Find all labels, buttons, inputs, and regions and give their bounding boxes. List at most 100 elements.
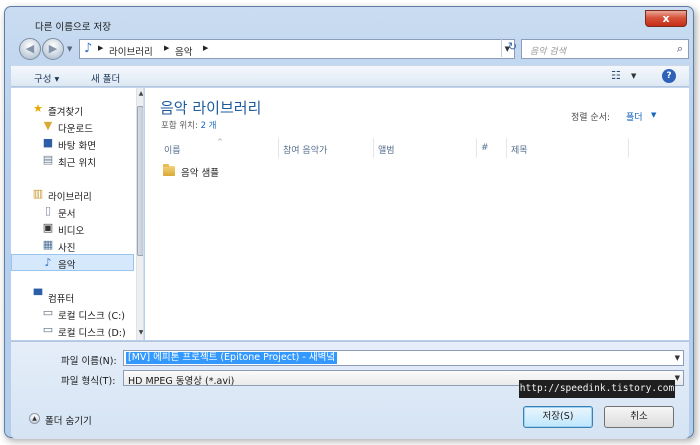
recent-places-icon: ▤ bbox=[42, 153, 54, 166]
scroll-thumb[interactable] bbox=[137, 106, 143, 256]
column-header-label: 이름 bbox=[164, 146, 181, 156]
nav-item-libraries[interactable]: ▥ 라이브러리 bbox=[11, 186, 134, 203]
close-button[interactable]: x bbox=[645, 10, 687, 27]
nav-item-documents[interactable]: ▯ 문서 bbox=[11, 203, 134, 220]
forward-button[interactable]: ▶ bbox=[42, 38, 64, 60]
scroll-up-arrow-icon[interactable]: ▲ bbox=[137, 90, 143, 97]
nav-item-label: 사진 bbox=[58, 243, 76, 254]
computer-icon: ▀ bbox=[33, 289, 43, 302]
save-options-panel: 파일 이름(N): [MV] 에피톤 프로젝트 (Epitone Project… bbox=[11, 341, 689, 439]
sort-dropdown-icon[interactable]: ▼ bbox=[651, 111, 656, 119]
search-placeholder: 음악 검색 bbox=[530, 47, 566, 57]
navigation-bar: ◀ ▶ ▼ ♪ ▶ 라이브러리 ▶ 음악 ▶ ▼ ↻ 음악 검색 ⌕ bbox=[17, 37, 689, 61]
nav-item-downloads[interactable]: ▼ 다운로드 bbox=[11, 118, 134, 135]
breadcrumb-libraries[interactable]: 라이브러리 bbox=[109, 44, 153, 58]
drive-icon: ▭ bbox=[42, 323, 54, 336]
back-arrow-icon: ◀ bbox=[25, 42, 35, 55]
folder-icon bbox=[163, 164, 175, 176]
view-options-icon[interactable]: ☷ bbox=[611, 69, 621, 82]
desktop-icon: ■ bbox=[42, 136, 54, 149]
windows-drive-icon: ▭ bbox=[42, 306, 54, 319]
nav-item-label: 컴퓨터 bbox=[48, 294, 75, 305]
nav-item-label: 문서 bbox=[58, 209, 76, 220]
column-header-artist[interactable]: 참여 음악가 bbox=[279, 138, 374, 158]
nav-item-label: 로컬 디스크 (D:) bbox=[58, 328, 126, 339]
save-button[interactable]: 저장(S) bbox=[523, 406, 593, 428]
filetype-label: 파일 형식(T): bbox=[61, 376, 116, 387]
forward-arrow-icon: ▶ bbox=[48, 42, 58, 55]
nav-pane-scrollbar[interactable]: ▲ ▼ bbox=[136, 88, 143, 340]
filename-label: 파일 이름(N): bbox=[61, 356, 117, 367]
window-title: 다른 이름으로 저장 bbox=[35, 22, 111, 33]
nav-item-favorites[interactable]: ★ 즐겨찾기 bbox=[11, 101, 134, 118]
navigation-pane: ★ 즐겨찾기 ▼ 다운로드 ■ 바탕 화면 ▤ 최근 위치 ▥ 라이브러리 ▯ … bbox=[11, 88, 144, 340]
scroll-down-arrow-icon[interactable]: ▼ bbox=[137, 329, 143, 336]
library-includes: 포함 위치: 2 개 bbox=[161, 119, 217, 131]
breadcrumb-arrow[interactable]: ▶ bbox=[203, 44, 208, 52]
list-item-label: 음악 샘플 bbox=[181, 168, 219, 179]
refresh-icon: ↻ bbox=[507, 40, 518, 53]
column-header-album[interactable]: 앨범 bbox=[374, 138, 477, 158]
nav-item-music[interactable]: ♪ 음악 bbox=[11, 254, 134, 271]
search-input[interactable]: 음악 검색 ⌕ bbox=[521, 39, 689, 59]
filename-dropdown-icon[interactable]: ▼ bbox=[675, 354, 680, 362]
nav-item-computer[interactable]: ▀ 컴퓨터 bbox=[11, 288, 134, 305]
nav-item-recent[interactable]: ▤ 최근 위치 bbox=[11, 152, 134, 169]
music-library-icon: ♪ bbox=[84, 41, 93, 56]
help-button[interactable]: ? bbox=[662, 69, 676, 83]
libraries-icon: ▥ bbox=[32, 187, 44, 200]
downloads-folder-icon: ▼ bbox=[43, 119, 53, 132]
music-icon: ♪ bbox=[44, 256, 52, 269]
column-header-track[interactable]: # bbox=[477, 138, 507, 158]
includes-label: 포함 위치: bbox=[161, 121, 198, 131]
column-header-name[interactable]: 이름 bbox=[160, 138, 279, 158]
nav-item-label: 최근 위치 bbox=[58, 158, 96, 169]
filename-value[interactable]: [MV] 에피톤 프로젝트 (Epitone Project) - 새벽녘 bbox=[126, 352, 338, 364]
file-list-pane: 음악 라이브러리 포함 위치: 2 개 정렬 순서: 폴더 ▼ ^ 이름 참여 … bbox=[145, 88, 689, 340]
library-title: 음악 라이브러리 bbox=[160, 99, 262, 117]
nav-item-label: 라이브러리 bbox=[48, 192, 92, 203]
organize-menu[interactable]: 구성 ▾ bbox=[34, 71, 59, 85]
nav-item-drive-d[interactable]: ▭ 로컬 디스크 (D:) bbox=[11, 322, 134, 339]
nav-item-label: 음악 bbox=[58, 260, 76, 271]
nav-item-label: 바탕 화면 bbox=[58, 141, 96, 152]
nav-item-desktop[interactable]: ■ 바탕 화면 bbox=[11, 135, 134, 152]
star-icon: ★ bbox=[33, 102, 43, 115]
hide-folders-label: 폴더 숨기기 bbox=[45, 416, 92, 427]
nav-item-pictures[interactable]: ▦ 사진 bbox=[11, 237, 134, 254]
column-header-title[interactable]: 제목 bbox=[507, 138, 629, 158]
nav-item-videos[interactable]: ▣ 비디오 bbox=[11, 220, 134, 237]
address-bar[interactable]: ♪ ▶ 라이브러리 ▶ 음악 ▶ ▼ bbox=[79, 39, 515, 59]
nav-item-label: 즐겨찾기 bbox=[48, 107, 83, 118]
column-header-label: 제목 bbox=[511, 146, 528, 156]
breadcrumb-music[interactable]: 음악 bbox=[175, 44, 192, 58]
search-icon[interactable]: ⌕ bbox=[677, 42, 683, 56]
recent-pages-dropdown[interactable]: ▼ bbox=[67, 45, 72, 53]
documents-icon: ▯ bbox=[44, 204, 52, 217]
view-dropdown-icon[interactable]: ▼ bbox=[631, 72, 636, 80]
cancel-button[interactable]: 취소 bbox=[604, 406, 674, 428]
pictures-icon: ▦ bbox=[42, 238, 54, 251]
chevron-up-icon: ▲ bbox=[29, 413, 40, 424]
column-header-label: 앨범 bbox=[378, 146, 395, 156]
nav-item-drive-c[interactable]: ▭ 로컬 디스크 (C:) bbox=[11, 305, 134, 322]
nav-item-label: 비디오 bbox=[58, 226, 85, 237]
watermark-text: http://speedink.tistory.com bbox=[519, 380, 675, 398]
includes-locations-link[interactable]: 2 개 bbox=[201, 121, 217, 131]
column-header-label: 참여 음악가 bbox=[283, 146, 328, 156]
command-bar: 구성 ▾ 새 폴더 ☷ ▼ ? bbox=[11, 65, 689, 87]
filename-input[interactable]: [MV] 에피톤 프로젝트 (Epitone Project) - 새벽녘 ▼ bbox=[123, 350, 684, 366]
nav-item-label: 로컬 디스크 (C:) bbox=[58, 311, 125, 322]
filetype-dropdown-icon[interactable]: ▼ bbox=[675, 374, 680, 382]
column-header-label: # bbox=[481, 143, 489, 153]
back-button[interactable]: ◀ bbox=[19, 38, 41, 60]
videos-icon: ▣ bbox=[42, 221, 54, 234]
new-folder-button[interactable]: 새 폴더 bbox=[91, 71, 120, 85]
nav-item-label: 다운로드 bbox=[58, 124, 93, 135]
breadcrumb-arrow[interactable]: ▶ bbox=[98, 44, 103, 52]
refresh-button[interactable]: ↻ bbox=[501, 37, 523, 57]
save-as-dialog: 다른 이름으로 저장 x ◀ ▶ ▼ ♪ ▶ 라이브러리 ▶ 음악 ▶ ▼ ↻ … bbox=[4, 6, 694, 439]
filetype-value: HD MPEG 동영상 (*.avi) bbox=[128, 376, 235, 387]
breadcrumb-arrow[interactable]: ▶ bbox=[164, 44, 169, 52]
sort-dropdown[interactable]: 폴더 bbox=[626, 110, 643, 123]
